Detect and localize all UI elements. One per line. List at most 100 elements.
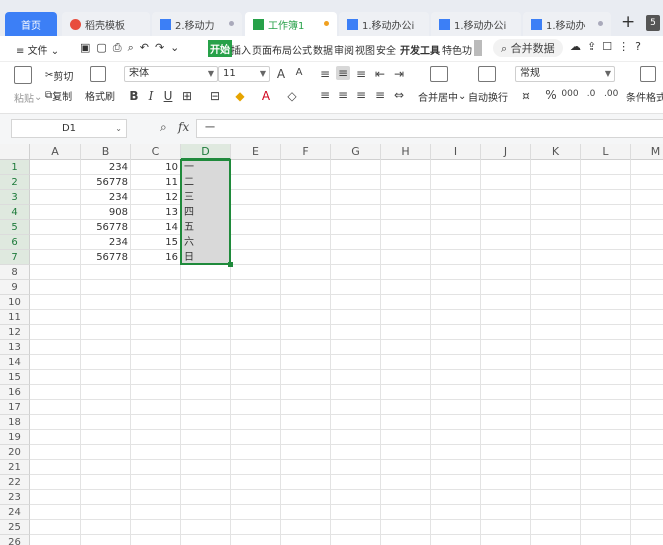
row-header-1[interactable]: 1: [0, 160, 30, 175]
cell-c4[interactable]: 13: [131, 205, 180, 220]
fill-handle[interactable]: [228, 262, 233, 267]
select-all-corner[interactable]: [0, 144, 30, 160]
spreadsheet-grid[interactable]: ABCDEFGHIJKLM 1 2 3 4 5 6 7 8 9 10 11 12 13 14 15 16 17 1…: [0, 144, 663, 545]
cell-d5[interactable]: 五: [181, 220, 230, 235]
cell-c3[interactable]: 12: [131, 190, 180, 205]
font-size-select[interactable]: 11 ▼: [218, 66, 270, 82]
align-middle-icon[interactable]: ≡: [336, 66, 350, 80]
row-header-22[interactable]: 22: [0, 475, 30, 490]
cell-d4[interactable]: 四: [181, 205, 230, 220]
align-center-icon[interactable]: ≡: [336, 88, 350, 102]
column-header-h[interactable]: H: [381, 144, 431, 160]
tab-home[interactable]: 首页: [5, 12, 57, 36]
thousands-button[interactable]: 000: [560, 89, 580, 99]
cell-b4[interactable]: 908: [81, 205, 130, 220]
font-name-select[interactable]: 宋体 ▼: [124, 66, 218, 82]
column-header-i[interactable]: I: [431, 144, 481, 160]
underline-icon[interactable]: U: [161, 89, 175, 103]
merge-style-icon[interactable]: ⊟: [208, 89, 222, 103]
row-header-14[interactable]: 14: [0, 355, 30, 370]
menu-page-layout[interactable]: 页面布局: [252, 42, 292, 57]
row-header-24[interactable]: 24: [0, 505, 30, 520]
file-menu[interactable]: ≡ 文件 ⌄: [16, 42, 59, 57]
cond-format-button[interactable]: 条件格式: [626, 89, 663, 104]
cell-c7[interactable]: 16: [131, 250, 180, 265]
cell-c2[interactable]: 11: [131, 175, 180, 190]
column-header-k[interactable]: K: [531, 144, 581, 160]
zoom-search-icon[interactable]: ⌕: [160, 120, 167, 135]
menu-formula[interactable]: 公式: [292, 42, 312, 57]
column-header-b[interactable]: B: [81, 144, 131, 160]
cell-d6[interactable]: 六: [181, 235, 230, 250]
row-header-25[interactable]: 25: [0, 520, 30, 535]
align-right-icon[interactable]: ≡: [354, 88, 368, 102]
cell-b2[interactable]: 56778: [81, 175, 130, 190]
format-painter-icon[interactable]: [90, 66, 106, 82]
indent-left-icon[interactable]: ⇤: [373, 67, 387, 81]
menu-developer[interactable]: 开发工具: [400, 42, 440, 57]
increase-font-icon[interactable]: A: [274, 67, 288, 81]
menu-special[interactable]: 特色功: [442, 42, 472, 57]
column-header-d[interactable]: D: [181, 144, 231, 160]
menu-insert[interactable]: 插入: [231, 42, 251, 57]
row-header-12[interactable]: 12: [0, 325, 30, 340]
column-header-e[interactable]: E: [231, 144, 281, 160]
menu-home[interactable]: 开始: [208, 40, 232, 57]
merge-center-icon[interactable]: [430, 66, 448, 82]
merge-data-button[interactable]: ⌕ 合并数据: [493, 39, 563, 57]
currency-icon[interactable]: ¤: [519, 89, 533, 103]
row-header-7[interactable]: 7: [0, 250, 30, 265]
increase-decimal-icon[interactable]: .0: [584, 89, 598, 99]
percent-button[interactable]: %: [544, 88, 558, 102]
row-header-16[interactable]: 16: [0, 385, 30, 400]
cell-c6[interactable]: 15: [131, 235, 180, 250]
close-dot-icon[interactable]: [598, 21, 603, 26]
align-left-icon[interactable]: ≡: [318, 88, 332, 102]
name-box[interactable]: D1 ⌄: [11, 119, 127, 138]
tab-doc-2[interactable]: 1.移动办公i: [339, 12, 429, 36]
cond-format-icon[interactable]: [640, 66, 656, 82]
cell-b6[interactable]: 234: [81, 235, 130, 250]
bold-icon[interactable]: B: [127, 89, 141, 103]
paste-button[interactable]: 粘贴 ⌄: [14, 90, 42, 105]
paste-icon[interactable]: [14, 66, 32, 84]
column-header-a[interactable]: A: [30, 144, 81, 160]
decrease-font-icon[interactable]: A: [292, 67, 306, 78]
border-icon[interactable]: ⊞: [180, 89, 194, 103]
tab-count-badge[interactable]: 5: [646, 15, 660, 31]
row-header-23[interactable]: 23: [0, 490, 30, 505]
cell-b3[interactable]: 234: [81, 190, 130, 205]
font-color-icon[interactable]: A: [259, 89, 273, 103]
row-header-4[interactable]: 4: [0, 205, 30, 220]
menu-review[interactable]: 审阅: [334, 42, 354, 57]
column-header-m[interactable]: M: [631, 144, 663, 160]
tab-workbook[interactable]: 工作簿1: [245, 12, 337, 36]
column-header-f[interactable]: F: [281, 144, 331, 160]
align-top-icon[interactable]: ≡: [318, 67, 332, 81]
row-header-6[interactable]: 6: [0, 235, 30, 250]
row-header-11[interactable]: 11: [0, 310, 30, 325]
cell-b5[interactable]: 56778: [81, 220, 130, 235]
align-bottom-icon[interactable]: ≡: [354, 67, 368, 81]
tab-doc-1[interactable]: 2.移动力: [152, 12, 242, 36]
tab-doc-3[interactable]: 1.移动办公i: [431, 12, 521, 36]
row-header-2[interactable]: 2: [0, 175, 30, 190]
menu-security[interactable]: 安全: [376, 42, 396, 57]
clear-format-icon[interactable]: ◇: [285, 89, 299, 103]
toolbar-right-icons[interactable]: ☁⇪☐⋮?: [570, 40, 647, 53]
row-header-8[interactable]: 8: [0, 265, 30, 280]
row-header-18[interactable]: 18: [0, 415, 30, 430]
fill-color-icon[interactable]: ◆: [233, 89, 247, 103]
row-header-26[interactable]: 26: [0, 535, 30, 545]
row-header-17[interactable]: 17: [0, 400, 30, 415]
cell-b7[interactable]: 56778: [81, 250, 130, 265]
unsaved-dot-icon[interactable]: [324, 21, 329, 26]
format-painter-button[interactable]: 格式刷: [85, 88, 115, 103]
tab-doc-4[interactable]: 1.移动办: [523, 12, 611, 36]
row-header-10[interactable]: 10: [0, 295, 30, 310]
cell-c5[interactable]: 14: [131, 220, 180, 235]
decrease-decimal-icon[interactable]: .00: [604, 89, 618, 99]
row-header-3[interactable]: 3: [0, 190, 30, 205]
copy-button[interactable]: ⧉ 复制: [45, 88, 72, 103]
menu-view[interactable]: 视图: [355, 42, 375, 57]
